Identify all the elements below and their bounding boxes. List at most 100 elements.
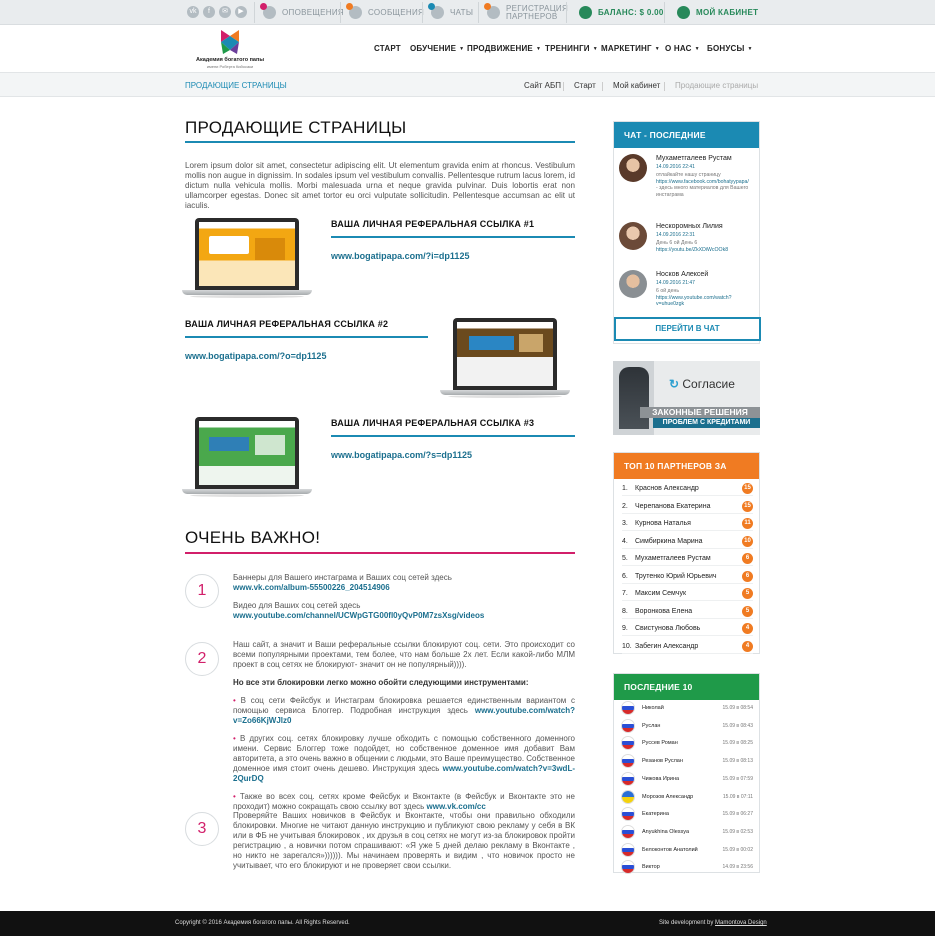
caret-down-icon: ▼ bbox=[459, 45, 465, 52]
divider bbox=[622, 512, 753, 514]
partner-name: Мухаметгалеев Рустам bbox=[635, 555, 711, 562]
chat-date: 14.09.2016 22:31 bbox=[656, 232, 695, 238]
divider bbox=[622, 617, 753, 619]
vk-album-link[interactable]: www.vk.com/album-55500226_204514906 bbox=[233, 583, 390, 592]
ref-link-3[interactable]: www.bogatipapa.com/?s=dp1125 bbox=[331, 450, 472, 460]
breadcrumb-site[interactable]: Сайт АБП bbox=[524, 81, 561, 90]
step-number-1: 1 bbox=[185, 574, 219, 608]
divider bbox=[622, 565, 753, 566]
banner-line-2: проблем с кредитами bbox=[653, 418, 760, 428]
banner-brand: ↻ Согласие bbox=[669, 377, 735, 391]
registration-row: Чижова Ирина 15.09 в 07:59 bbox=[622, 772, 753, 785]
youtube-channel-link[interactable]: www.youtube.com/channel/UCWpGTG00fl0yQvP… bbox=[233, 611, 484, 620]
important-title: Очень важно! bbox=[185, 528, 321, 547]
partner-registration-link[interactable]: Регистрация партнеров bbox=[484, 0, 568, 25]
divider bbox=[622, 530, 753, 531]
logo[interactable]: Академия богатого папы имени Роберта Кий… bbox=[185, 28, 275, 70]
notifications-link[interactable]: Оповещения bbox=[260, 0, 345, 25]
facebook-icon[interactable]: f bbox=[203, 6, 215, 18]
partner-name: Трутенко Юрий Юрьевич bbox=[635, 572, 717, 580]
caret-down-icon: ▼ bbox=[592, 45, 598, 52]
registration-row: Белоконтов Анатолий 15.09 в 00:02 bbox=[622, 843, 753, 856]
partner-name: Черепанова Екатерина bbox=[635, 502, 711, 510]
menu-learning[interactable]: Обучение ▼ bbox=[410, 44, 464, 53]
partner-name: Воронкова Елена bbox=[635, 607, 693, 615]
balance-link[interactable]: Баланс: $ 0.00 bbox=[579, 0, 664, 25]
menu-trainings[interactable]: Тренинги ▼ bbox=[545, 44, 598, 53]
breadcrumb-start[interactable]: Старт bbox=[574, 81, 596, 90]
top-partners-title: Топ 10 партнеров за неделю bbox=[614, 453, 759, 497]
partner-score-badge: 11 bbox=[742, 518, 753, 529]
step-1-text: Баннеры для Вашего инстаграма и Ваших со… bbox=[233, 573, 485, 620]
developer-credit: Site development by Mamontova Design bbox=[659, 920, 767, 926]
caret-down-icon: ▼ bbox=[535, 45, 542, 52]
divider bbox=[622, 600, 753, 601]
partner-row[interactable]: 10. Забегин Александр 4 bbox=[622, 640, 753, 652]
envelope-icon bbox=[346, 3, 362, 19]
chat-link[interactable]: https://www.facebook.com/bohatyypapa/ bbox=[656, 179, 749, 185]
registration-name: Виктор bbox=[642, 864, 660, 871]
partner-row[interactable]: 7. Максим Семчук 5 bbox=[622, 588, 753, 599]
breadcrumb-cabinet[interactable]: Мой кабинет bbox=[613, 81, 660, 90]
mail-icon[interactable]: ✉ bbox=[219, 6, 231, 18]
registration-name: Резанов Руслан bbox=[642, 758, 683, 765]
step-2-bold: Но все эти блокировки легко можно обойти… bbox=[233, 678, 529, 687]
chats-link[interactable]: Чаты bbox=[428, 0, 473, 25]
caret-down-icon: ▼ bbox=[747, 45, 753, 52]
copyright: Copyright © 2016 Академия богатого папы.… bbox=[175, 920, 350, 926]
ref-link-1[interactable]: www.bogatipapa.com/?i=dp1125 bbox=[331, 251, 469, 261]
partner-row[interactable]: 6. Трутенко Юрий Юрьевич 6 bbox=[622, 570, 753, 582]
registration-time: 15.09 в 06:27 bbox=[722, 811, 753, 818]
chat-text: День 6 ой День 6 https://youtu.be/ZkXDiWc… bbox=[656, 240, 729, 253]
vk-cc-link[interactable]: www.vk.com/cc bbox=[427, 802, 486, 811]
flag-icon bbox=[622, 790, 634, 803]
menu-bonuses[interactable]: Бонусы ▼ bbox=[707, 44, 753, 53]
top-bar: vk f ✉ ▶ Оповещения Сообщения Чаты Регис… bbox=[0, 0, 935, 25]
chat-author: Носков Алексей bbox=[656, 271, 709, 278]
flag-icon bbox=[622, 825, 634, 838]
partner-rank: 5. bbox=[622, 555, 628, 562]
divider bbox=[254, 2, 255, 23]
go-to-chat-button[interactable]: Перейти в чат bbox=[614, 317, 761, 341]
logo-subtitle: имени Роберта Кийосаки bbox=[206, 64, 254, 69]
registration-time: 15.09 в 08:54 bbox=[722, 705, 753, 711]
menu-promotion[interactable]: Продвижение ▼ bbox=[467, 44, 541, 53]
partner-row[interactable]: 2. Черепанова Екатерина 15 bbox=[622, 500, 753, 512]
ref-title-3: Ваша личная реферальная ссылка #3 bbox=[331, 418, 535, 428]
partner-row[interactable]: 5. Мухаметгалеев Рустам 6 bbox=[622, 553, 753, 564]
step-number-3: 3 bbox=[185, 812, 219, 846]
partner-row[interactable]: 3. Курнова Наталья 11 bbox=[622, 518, 753, 529]
divider bbox=[422, 2, 423, 23]
important-underline bbox=[185, 552, 575, 554]
logo-icon bbox=[221, 30, 239, 54]
flag-icon bbox=[622, 755, 634, 768]
chat-link[interactable]: https://youtu.be/ZkXDiWcOOk8 bbox=[656, 247, 728, 253]
cabinet-link[interactable]: Мой кабинет bbox=[677, 0, 758, 25]
developer-link[interactable]: Mamontova Design bbox=[715, 920, 767, 926]
partner-row[interactable]: 1. Краснов Александр 15 bbox=[622, 483, 753, 494]
partner-score-badge: 6 bbox=[742, 570, 753, 582]
registration-row: Морозов Александр 15.09 в 07:11 bbox=[622, 790, 753, 803]
divider bbox=[478, 2, 479, 23]
avatar bbox=[619, 270, 647, 298]
youtube-icon[interactable]: ▶ bbox=[235, 6, 247, 18]
registrations-title: Последние 10 регистраций bbox=[614, 674, 759, 718]
notifications-label: Оповещения bbox=[282, 7, 345, 17]
menu-about[interactable]: О нас ▼ bbox=[665, 44, 700, 53]
ad-banner[interactable]: ↻ Согласие Законные решения проблем с кр… bbox=[613, 361, 760, 435]
ref-link-2[interactable]: www.bogatipapa.com/?o=dp1125 bbox=[185, 351, 326, 361]
menu-marketing[interactable]: Маркетинг ▼ bbox=[601, 44, 660, 53]
menu-start[interactable]: Старт bbox=[374, 44, 401, 53]
partner-row[interactable]: 9. Свистунова Любовь 4 bbox=[622, 623, 753, 634]
messages-badge bbox=[346, 3, 353, 10]
partner-row[interactable]: 4. Симбиркина Марина 10 bbox=[622, 535, 753, 547]
breadcrumb-current: Продающие страницы bbox=[675, 81, 759, 90]
messages-link[interactable]: Сообщения bbox=[346, 0, 424, 25]
chat-link[interactable]: https://www.youtube.com/watch?v=uhue0zgk bbox=[656, 295, 732, 308]
partner-row[interactable]: 8. Воронкова Елена 5 bbox=[622, 605, 753, 617]
registration-name: Руслан bbox=[642, 722, 661, 729]
vk-icon[interactable]: vk bbox=[187, 6, 199, 18]
chat-date: 14.09.2016 21:47 bbox=[656, 280, 695, 286]
avatar bbox=[619, 222, 647, 250]
laptop-preview-3 bbox=[182, 417, 312, 497]
